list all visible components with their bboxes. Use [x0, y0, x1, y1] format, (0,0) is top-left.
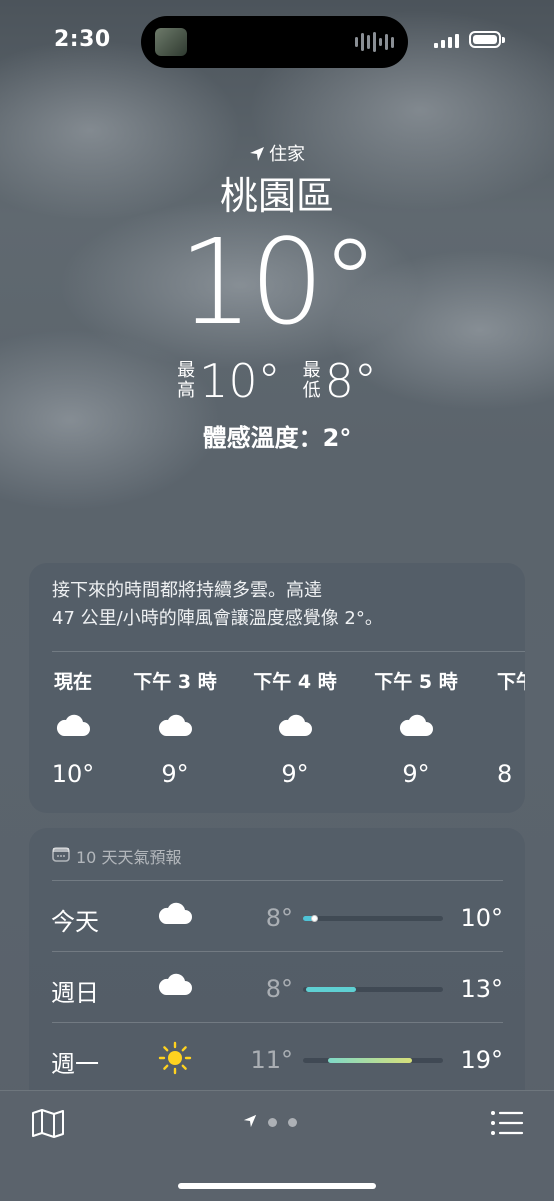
map-icon[interactable] [30, 1107, 66, 1139]
location-arrow-icon [249, 146, 265, 167]
range-fill [328, 1058, 413, 1063]
temperature-range-bar [303, 1058, 443, 1063]
cloud-icon [245, 710, 345, 750]
cellular-signal-icon [434, 32, 459, 48]
hour-item[interactable]: 下午 5 時 9° [366, 667, 466, 788]
location-label: 住家 [0, 140, 554, 167]
hour-item[interactable]: 下午 4 時 9° [245, 667, 345, 788]
page-indicator[interactable] [243, 1113, 297, 1132]
page-dot[interactable] [268, 1118, 277, 1127]
status-bar: 2:30 [0, 0, 554, 80]
cloud-icon [29, 710, 123, 750]
cloud-icon [157, 969, 193, 1005]
hour-item[interactable]: 現在 10° [29, 667, 123, 788]
page-dot[interactable] [288, 1118, 297, 1127]
forecast-row-monday[interactable]: 週一 11° 19° [29, 1024, 525, 1094]
list-icon[interactable] [490, 1109, 524, 1137]
current-temperature-dot [311, 915, 319, 922]
hour-item[interactable]: 下午 8 [497, 667, 525, 788]
forecast-title: 10 天天氣預報 [76, 848, 182, 867]
home-indicator[interactable] [178, 1183, 376, 1189]
dynamic-island[interactable] [141, 16, 408, 68]
current-temperature: 10° [178, 213, 379, 351]
high-temperature: 10° [199, 354, 281, 408]
low-temperature: 8° [324, 354, 377, 408]
hour-item[interactable]: 下午 3 時 9° [125, 667, 225, 788]
hourly-forecast-card[interactable]: 接下來的時間都將持續多雲。高達 47 公里/小時的陣風會讓溫度感覺像 2°。 現… [29, 563, 525, 813]
divider [52, 651, 525, 652]
low-label: 最低 [302, 360, 321, 401]
sun-icon [157, 1040, 193, 1076]
forecast-header: 10 天天氣預報 [52, 844, 181, 868]
cloud-icon [157, 898, 193, 934]
cloud-icon [125, 710, 225, 750]
hourly-list[interactable]: 現在 10° 下午 3 時 9° 下午 4 時 9° 下午 5 時 9° 下午 … [29, 667, 525, 797]
status-time: 2:30 [54, 27, 111, 52]
cloud-icon [366, 710, 466, 750]
media-thumbnail [155, 28, 187, 56]
high-label: 最高 [177, 360, 196, 401]
location-arrow-icon [243, 1113, 257, 1132]
city-name: 桃園區 [219, 174, 334, 218]
forecast-row-today[interactable]: 今天 8° 10° [29, 882, 525, 952]
calendar-icon [52, 846, 70, 866]
feels-like: 體感溫度：2° [202, 424, 352, 452]
battery-icon [469, 31, 505, 48]
temperature-range-bar [303, 987, 443, 992]
temperature-range-bar [303, 915, 443, 922]
ten-day-forecast-card[interactable]: 10 天天氣預報 今天 8° 10° 週日 8° 13° 週一 11° 19° [29, 828, 525, 1128]
range-fill [305, 987, 357, 992]
audio-wave-icon [355, 32, 394, 52]
forecast-row-sunday[interactable]: 週日 8° 13° [29, 953, 525, 1023]
hourly-summary: 接下來的時間都將持續多雲。高達 47 公里/小時的陣風會讓溫度感覺像 2°。 [52, 580, 383, 629]
location-name: 住家 [269, 144, 305, 165]
high-low: 最高 10° 最低 8° [0, 354, 554, 408]
